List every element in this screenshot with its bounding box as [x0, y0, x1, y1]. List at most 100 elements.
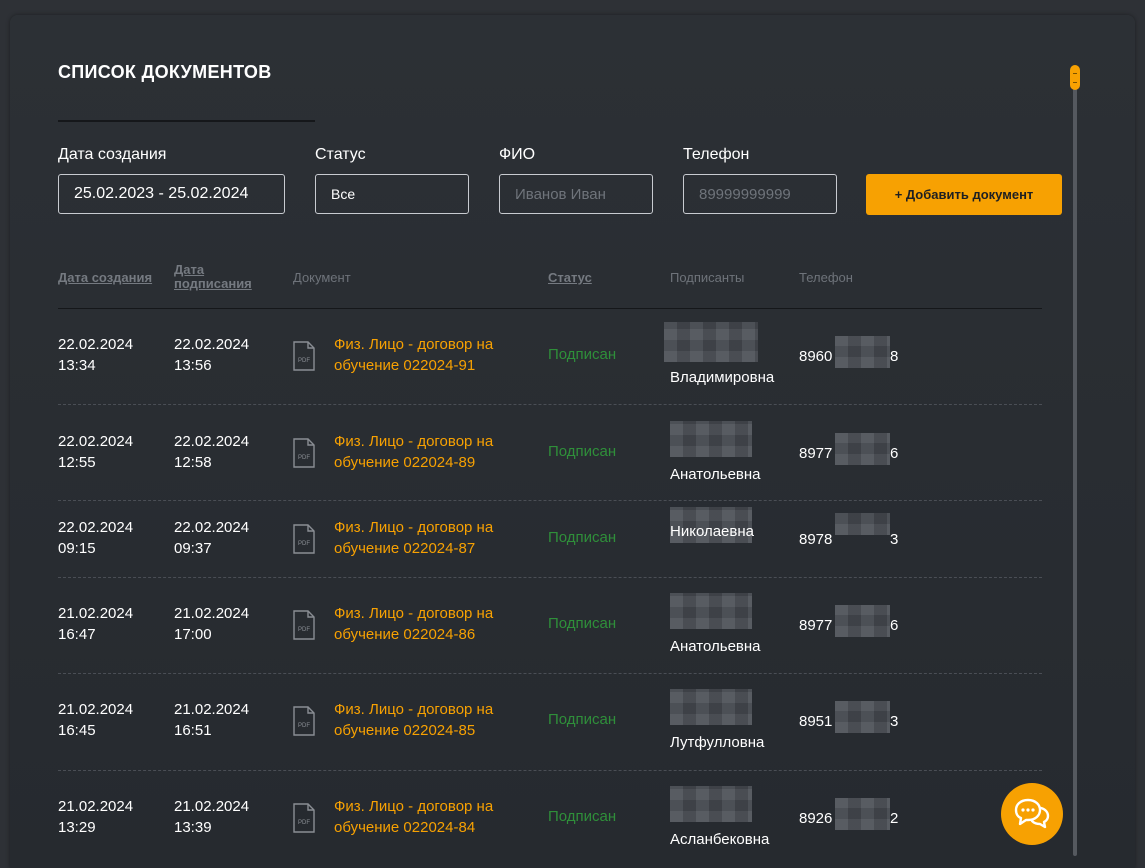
title-underline — [58, 120, 315, 122]
svg-text:PDF: PDF — [298, 541, 310, 547]
signed-datetime: 22.02.2024 13:56 — [174, 334, 249, 376]
document-link[interactable]: Физ. Лицо - договор на обучение 022024-87 — [334, 517, 493, 559]
signed-date: 21.02.2024 — [174, 701, 250, 718]
phone-number-start: 8960 — [799, 348, 833, 365]
document-title-line2: обучение 022024-86 — [334, 626, 476, 643]
signed-datetime: 21.02.2024 13:39 — [174, 796, 249, 838]
created-datetime: 21.02.2024 13:29 — [58, 796, 133, 838]
header-signed-date-line1: Дата — [174, 262, 205, 277]
signed-date: 22.02.2024 — [174, 433, 250, 450]
created-time: 13:29 — [58, 819, 96, 836]
signer-name-redacted — [664, 322, 758, 362]
created-date: 21.02.2024 — [58, 701, 134, 718]
row-divider-line — [58, 770, 1042, 771]
phone-filter-label: Телефон — [683, 146, 750, 163]
fio-filter-label: ФИО — [499, 146, 536, 163]
created-date: 21.02.2024 — [58, 605, 134, 622]
phone-number-redacted — [835, 513, 890, 535]
signed-datetime: 21.02.2024 16:51 — [174, 699, 249, 741]
status-select[interactable]: Все — [315, 174, 469, 214]
signed-date: 21.02.2024 — [174, 798, 250, 815]
scrollbar-thumb[interactable] — [1070, 65, 1080, 90]
signer-name-redacted — [670, 421, 752, 457]
signed-time: 16:51 — [174, 722, 212, 739]
created-date: 22.02.2024 — [58, 519, 134, 536]
phone-number-end: 3 — [890, 531, 899, 548]
document-link[interactable]: Физ. Лицо - договор на обучение 022024-84 — [334, 796, 493, 838]
created-date: 22.02.2024 — [58, 433, 134, 450]
created-time: 16:47 — [58, 626, 96, 643]
status-badge: Подписан — [548, 443, 617, 460]
phone-number-redacted — [835, 336, 890, 368]
document-link[interactable]: Физ. Лицо - договор на обучение 022024-91 — [334, 334, 493, 376]
chat-bubbles-icon — [1014, 798, 1050, 829]
header-status[interactable]: Статус — [548, 270, 592, 285]
header-signers: Подписанты — [670, 270, 745, 285]
signer-patronymic: Анатольевна — [670, 638, 761, 655]
row-divider-line — [58, 500, 1042, 501]
header-document: Документ — [293, 270, 351, 285]
document-title-line1: Физ. Лицо - договор на — [334, 798, 494, 815]
document-title-line1: Физ. Лицо - договор на — [334, 701, 494, 718]
signed-time: 12:58 — [174, 454, 212, 471]
chat-button[interactable] — [1001, 783, 1063, 845]
add-document-button[interactable]: + Добавить документ — [866, 174, 1062, 215]
document-title-line2: обучение 022024-91 — [334, 357, 476, 374]
signed-date: 22.02.2024 — [174, 519, 250, 536]
phone-input[interactable]: 89999999999 — [683, 174, 837, 214]
phone-number-start: 8978 — [799, 531, 833, 548]
created-datetime: 21.02.2024 16:47 — [58, 603, 133, 645]
created-date: 22.02.2024 — [58, 336, 134, 353]
row-divider-line — [58, 404, 1042, 405]
status-badge: Подписан — [548, 711, 617, 728]
pdf-file-icon: PDF — [293, 610, 315, 640]
header-phone: Телефон — [799, 270, 853, 285]
page-background: СПИСОК ДОКУМЕНТОВ Дата создания 25.02.20… — [0, 0, 1145, 868]
signed-datetime: 22.02.2024 12:58 — [174, 431, 249, 473]
signer-name-redacted — [670, 593, 752, 629]
document-title-line1: Физ. Лицо - договор на — [334, 605, 494, 622]
page-title: СПИСОК ДОКУМЕНТОВ — [58, 62, 272, 82]
document-link[interactable]: Физ. Лицо - договор на обучение 022024-86 — [334, 603, 493, 645]
signed-time: 17:00 — [174, 626, 212, 643]
created-time: 12:55 — [58, 454, 96, 471]
phone-number-end: 6 — [890, 617, 899, 634]
signer-patronymic: Николаевна — [670, 523, 754, 540]
signed-time: 13:39 — [174, 819, 212, 836]
status-badge: Подписан — [548, 346, 617, 363]
phone-number-start: 8977 — [799, 445, 833, 462]
document-link[interactable]: Физ. Лицо - договор на обучение 022024-89 — [334, 431, 493, 473]
created-datetime: 22.02.2024 13:34 — [58, 334, 133, 376]
pdf-file-icon: PDF — [293, 341, 315, 371]
signed-datetime: 22.02.2024 09:37 — [174, 517, 249, 559]
scrollbar-track[interactable] — [1073, 66, 1077, 856]
table-header-divider — [58, 308, 1042, 309]
created-time: 09:15 — [58, 540, 96, 557]
pdf-file-icon: PDF — [293, 803, 315, 833]
document-title-line1: Физ. Лицо - договор на — [334, 519, 494, 536]
status-badge: Подписан — [548, 808, 617, 825]
row-divider-line — [58, 673, 1042, 674]
phone-number-end: 2 — [890, 810, 899, 827]
status-badge: Подписан — [548, 615, 617, 632]
created-time: 13:34 — [58, 357, 96, 374]
svg-text:PDF: PDF — [298, 820, 310, 826]
document-title-line2: обучение 022024-89 — [334, 454, 476, 471]
document-title-line1: Физ. Лицо - договор на — [334, 433, 494, 450]
phone-number-start: 8977 — [799, 617, 833, 634]
header-signed-date[interactable]: Дата подписания — [174, 263, 252, 291]
pdf-file-icon: PDF — [293, 524, 315, 554]
fio-input[interactable]: Иванов Иван — [499, 174, 653, 214]
signer-patronymic: Анатольевна — [670, 466, 761, 483]
date-range-input[interactable]: 25.02.2023 - 25.02.2024 — [58, 174, 285, 214]
document-title-line2: обучение 022024-85 — [334, 722, 476, 739]
svg-text:PDF: PDF — [298, 723, 310, 729]
created-time: 16:45 — [58, 722, 96, 739]
document-link[interactable]: Физ. Лицо - договор на обучение 022024-85 — [334, 699, 493, 741]
pdf-file-icon: PDF — [293, 438, 315, 468]
signed-datetime: 21.02.2024 17:00 — [174, 603, 249, 645]
svg-text:PDF: PDF — [298, 627, 310, 633]
signer-patronymic: Лутфулловна — [670, 734, 765, 751]
header-created-date[interactable]: Дата создания — [58, 270, 152, 285]
created-datetime: 22.02.2024 12:55 — [58, 431, 133, 473]
